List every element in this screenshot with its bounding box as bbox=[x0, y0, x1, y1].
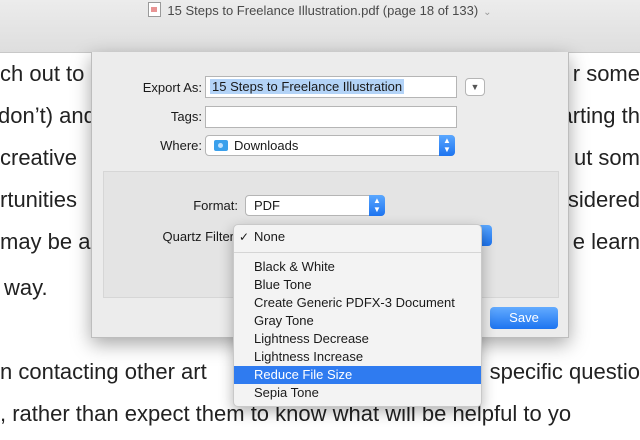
menu-separator bbox=[234, 252, 481, 253]
menu-item[interactable]: Blue Tone bbox=[234, 276, 481, 294]
checkmark-icon: ✓ bbox=[239, 230, 250, 244]
tags-label: Tags: bbox=[170, 109, 202, 124]
chevron-down-icon[interactable]: ⌄ bbox=[483, 7, 491, 18]
window-title-text: 15 Steps to Freelance Illustration.pdf (… bbox=[167, 3, 479, 18]
menu-item[interactable]: Gray Tone bbox=[234, 312, 481, 330]
quartz-filter-label: Quartz Filter bbox=[162, 229, 234, 244]
window-title[interactable]: 15 Steps to Freelance Illustration.pdf (… bbox=[0, 2, 640, 18]
expand-dialog-button[interactable]: ▼ bbox=[465, 78, 485, 96]
where-label: Where: bbox=[160, 138, 202, 153]
menu-item[interactable]: Black & White bbox=[234, 258, 481, 276]
menu-item[interactable]: Create Generic PDFX-3 Document bbox=[234, 294, 481, 312]
format-popup[interactable]: PDF ▲ ▼ bbox=[245, 195, 385, 216]
format-label: Format: bbox=[193, 198, 238, 213]
export-as-label: Export As: bbox=[142, 80, 202, 95]
downloads-folder-icon bbox=[214, 140, 228, 151]
menu-item[interactable]: Sepia Tone bbox=[234, 384, 481, 402]
menu-item-highlighted[interactable]: Reduce File Size bbox=[234, 366, 481, 384]
format-value: PDF bbox=[254, 198, 280, 213]
popup-stepper-icon: ▲ ▼ bbox=[439, 135, 455, 156]
menu-item[interactable]: Lightness Increase bbox=[234, 348, 481, 366]
where-value: Downloads bbox=[234, 138, 299, 153]
where-popup[interactable]: Downloads ▲ ▼ bbox=[205, 135, 455, 156]
popup-stepper-icon: ▲ ▼ bbox=[369, 195, 385, 216]
export-as-value: 15 Steps to Freelance Illustration bbox=[210, 79, 405, 94]
pdf-document-icon bbox=[148, 2, 162, 17]
quartz-filter-menu: ✓ None Black & White Blue Tone Create Gen… bbox=[233, 224, 482, 407]
chevron-down-icon: ▼ bbox=[470, 82, 480, 92]
window-titlebar: 15 Steps to Freelance Illustration.pdf (… bbox=[0, 0, 640, 53]
menu-item[interactable]: Lightness Decrease bbox=[234, 330, 481, 348]
tags-field[interactable] bbox=[205, 106, 457, 128]
menu-item-none[interactable]: ✓ None bbox=[234, 228, 481, 246]
save-button[interactable]: Save bbox=[490, 307, 558, 329]
export-as-field[interactable]: 15 Steps to Freelance Illustration bbox=[205, 76, 457, 98]
